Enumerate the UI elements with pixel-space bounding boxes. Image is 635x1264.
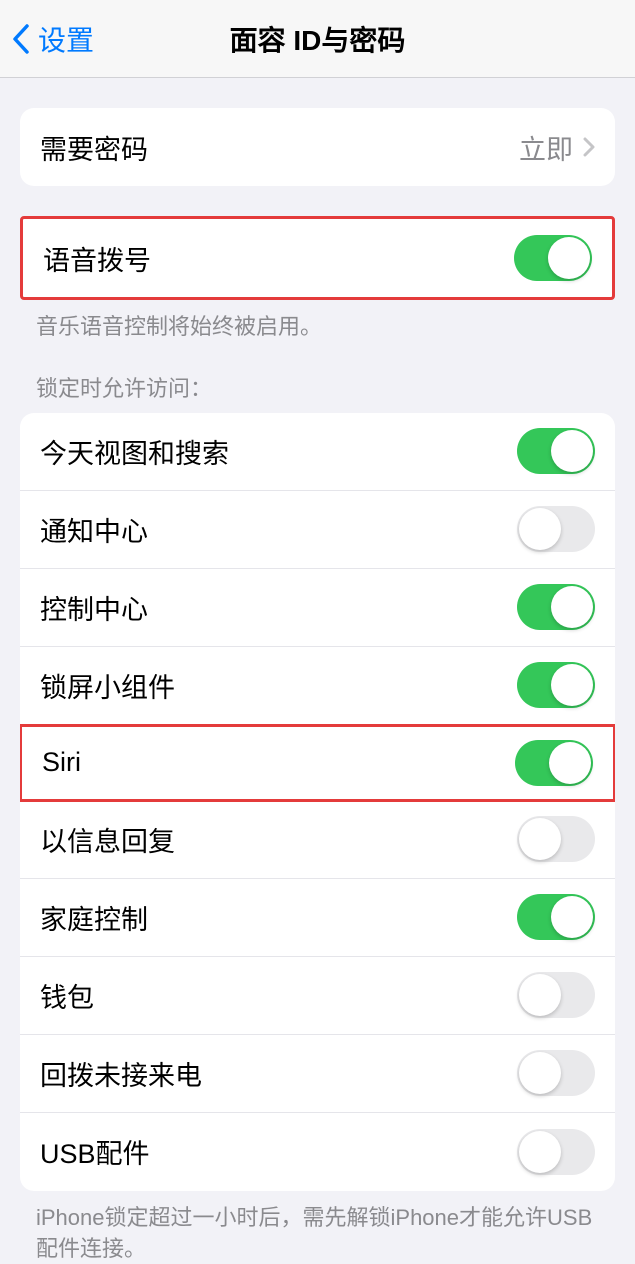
locked-access-toggle[interactable] <box>517 972 595 1018</box>
locked-access-toggle[interactable] <box>517 584 595 630</box>
chevron-right-icon <box>583 137 595 157</box>
locked-access-row: USB配件 <box>20 1113 615 1191</box>
locked-access-toggle[interactable] <box>517 662 595 708</box>
page-title: 面容 ID与密码 <box>230 19 406 59</box>
back-button[interactable]: 设置 <box>0 19 94 59</box>
locked-access-label: USB配件 <box>40 1132 150 1171</box>
navigation-bar: 设置 面容 ID与密码 <box>0 0 635 78</box>
chevron-left-icon <box>12 24 30 54</box>
locked-access-label: 今天视图和搜索 <box>40 432 229 471</box>
voice-dial-group: 语音拨号 <box>20 216 615 300</box>
locked-access-toggle[interactable] <box>517 894 595 940</box>
require-passcode-value: 立即 <box>519 128 573 167</box>
locked-access-label: 钱包 <box>40 976 94 1015</box>
locked-access-row: 通知中心 <box>20 491 615 569</box>
back-label: 设置 <box>38 19 94 59</box>
locked-access-row: Siri <box>20 724 615 802</box>
locked-access-row: 回拨未接来电 <box>20 1035 615 1113</box>
locked-access-toggle[interactable] <box>517 1129 595 1175</box>
locked-access-toggle[interactable] <box>517 428 595 474</box>
locked-access-label: 通知中心 <box>40 510 148 549</box>
locked-access-row: 以信息回复 <box>20 801 615 879</box>
locked-access-header: 锁定时允许访问： <box>0 343 635 413</box>
locked-access-label: 控制中心 <box>40 588 148 627</box>
locked-access-footer: iPhone锁定超过一小时后，需先解锁iPhone才能允许USB配件连接。 <box>0 1191 635 1264</box>
locked-access-row: 钱包 <box>20 957 615 1035</box>
locked-access-label: 以信息回复 <box>40 820 175 859</box>
locked-access-toggle[interactable] <box>517 1050 595 1096</box>
locked-access-label: 回拨未接来电 <box>40 1054 202 1093</box>
require-passcode-group: 需要密码 立即 <box>20 108 615 186</box>
locked-access-toggle[interactable] <box>517 506 595 552</box>
require-passcode-row[interactable]: 需要密码 立即 <box>20 108 615 186</box>
voice-dial-row: 语音拨号 <box>23 219 612 297</box>
locked-access-label: Siri <box>42 747 81 778</box>
voice-dial-footer: 音乐语音控制将始终被启用。 <box>0 300 635 343</box>
locked-access-label: 家庭控制 <box>40 898 148 937</box>
locked-access-row: 锁屏小组件 <box>20 647 615 725</box>
locked-access-group: 今天视图和搜索通知中心控制中心锁屏小组件 Siri 以信息回复家庭控制钱包回拨未接来… <box>20 413 615 1191</box>
locked-access-row: 今天视图和搜索 <box>20 413 615 491</box>
locked-access-row: 家庭控制 <box>20 879 615 957</box>
locked-access-toggle[interactable] <box>515 740 593 786</box>
locked-access-row: 控制中心 <box>20 569 615 647</box>
voice-dial-toggle[interactable] <box>514 235 592 281</box>
locked-access-label: 锁屏小组件 <box>40 666 175 705</box>
voice-dial-label: 语音拨号 <box>43 239 151 278</box>
require-passcode-label: 需要密码 <box>40 128 148 167</box>
locked-access-toggle[interactable] <box>517 816 595 862</box>
